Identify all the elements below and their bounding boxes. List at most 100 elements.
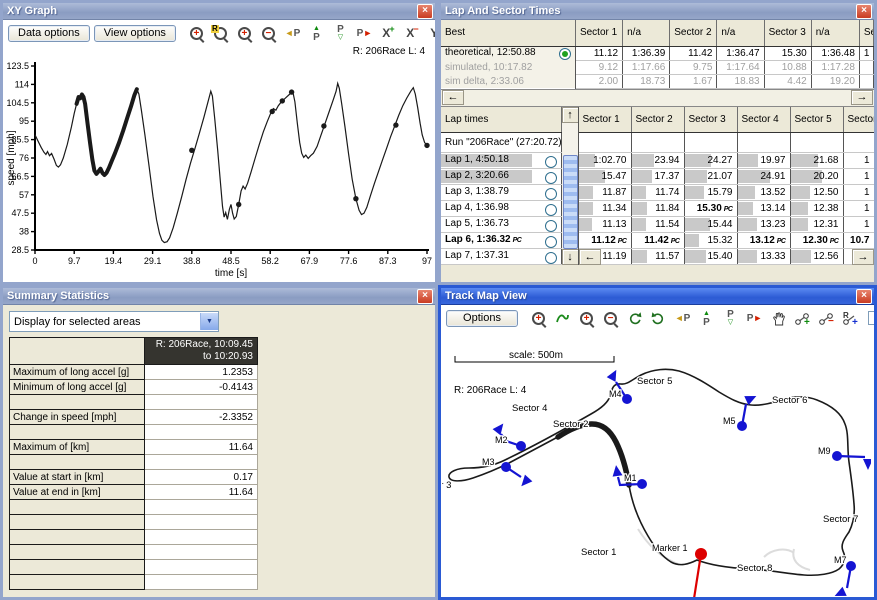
rotate-ccw-icon[interactable] [648, 308, 669, 328]
marker-label: M5 [723, 416, 736, 426]
data-options-button[interactable]: Data options [8, 25, 90, 42]
scroll-right-icon[interactable] [852, 249, 874, 265]
display-mode-dropdown[interactable]: Display for selected areas [9, 311, 219, 332]
track-edit-icon[interactable] [552, 308, 573, 328]
sector-time-cell: 21.07 [684, 169, 737, 185]
best-time-cell: 9.12 [575, 60, 622, 74]
lap-row[interactable]: Lap 5, 1:36.7311.1311.5415.4413.2312.311 [441, 217, 874, 233]
overlay-box-icon[interactable] [864, 308, 874, 328]
close-icon[interactable] [417, 289, 433, 304]
scroll-right-icon[interactable] [851, 90, 873, 105]
best-time-cell: 10.88 [764, 60, 811, 74]
zoom-last-icon[interactable]: R [210, 23, 231, 43]
stat-label [10, 395, 145, 410]
close-icon[interactable] [856, 4, 872, 19]
summary-titlebar[interactable]: Summary Statistics [3, 288, 435, 305]
options-button[interactable]: Options [446, 310, 518, 327]
best-time-cell: 1:36.48 [811, 46, 859, 60]
zoom-in-icon[interactable]: + [576, 308, 597, 328]
lap-row[interactable]: Lap 3, 1:38.7911.8711.7415.7913.5212.501 [441, 185, 874, 201]
lap-row[interactable]: Lap 2, 3:20.6615.4717.3721.0724.9120.201 [441, 169, 874, 185]
scroll-down-icon[interactable] [562, 249, 579, 265]
lap-table-vscrollbar[interactable] [562, 107, 579, 265]
next-marker-icon[interactable]: P► [744, 308, 765, 328]
zoom-area-icon[interactable]: + [186, 23, 207, 43]
zoom-in-icon[interactable]: + [234, 23, 255, 43]
zoom-out-icon[interactable]: − [258, 23, 279, 43]
best-table-row[interactable]: simulated, 10:17.829.121:17.669.751:17.6… [441, 60, 874, 74]
marker-add-icon[interactable]: R+ [840, 308, 861, 328]
best-table-row[interactable]: theoretical, 12:50.8811.121:36.3911.421:… [441, 46, 874, 60]
next-marker-icon[interactable]: P► [354, 23, 375, 43]
node-remove-icon[interactable]: − [816, 308, 837, 328]
scale-label-svg: scale: 500m [509, 350, 563, 361]
sector-time-cell: 23.94 [631, 153, 684, 169]
sector-time-cell: 11.13 [578, 217, 631, 233]
svg-text:48.5: 48.5 [222, 256, 240, 266]
close-icon[interactable] [856, 289, 872, 304]
marker-bottom-icon[interactable]: P▽ [330, 23, 351, 43]
y-plus-icon[interactable]: Y+ [426, 23, 435, 43]
sector-time-cell: 13.23 [737, 217, 790, 233]
vscroll-thumb[interactable] [563, 155, 578, 249]
lap-radio[interactable] [545, 236, 557, 248]
scroll-up-icon[interactable] [562, 107, 579, 123]
rotate-cw-icon[interactable] [624, 308, 645, 328]
marker-label: M1 [624, 473, 637, 483]
pan-hand-icon[interactable] [768, 308, 789, 328]
lap-radio[interactable] [545, 220, 557, 232]
sector-time-cell: 20.20 [790, 169, 843, 185]
statistics-table: R: 206Race, 10:09.45to 10:20.93Maximum o… [9, 337, 258, 590]
stat-label: Value at start in [km] [10, 470, 145, 485]
x-plus-icon[interactable]: X+ [378, 23, 399, 43]
lap-radio[interactable] [545, 204, 557, 216]
speed-time-chart[interactable]: 28.53847.55766.57685.595104.5114123.509.… [5, 58, 437, 285]
scroll-left-icon[interactable] [579, 249, 601, 265]
sector-time-cell: 11.42PC [631, 233, 684, 249]
marker-bottom-icon[interactable]: P▽ [720, 308, 741, 328]
lap-radio[interactable] [545, 156, 557, 168]
lap-radio[interactable] [545, 252, 557, 264]
marker-top-icon[interactable]: ▲P [306, 23, 327, 43]
track-map-titlebar[interactable]: Track Map View [441, 288, 874, 305]
map-marker-m1: M1 [611, 464, 647, 489]
best-time-cell: 4.42 [764, 74, 811, 88]
x-minus-icon[interactable]: X− [402, 23, 423, 43]
best-time-cell: 1:36.47 [717, 46, 764, 60]
track-map-canvas[interactable]: R: 206Race L: 4Sector 1Sector 2Sector 3S… [442, 367, 871, 600]
lap-times-titlebar[interactable]: Lap And Sector Times [441, 3, 874, 20]
node-add-icon[interactable]: + [792, 308, 813, 328]
zoom-out-icon[interactable]: − [600, 308, 621, 328]
best-time-cell: 19.20 [811, 74, 859, 88]
column-header: n/a [623, 20, 670, 46]
sector-time-cell: 12.30PC [790, 233, 843, 249]
run-row[interactable]: Run "206Race" (27:20.72) [441, 133, 874, 153]
xy-graph-titlebar[interactable]: XY Graph [3, 3, 435, 20]
prev-marker-icon[interactable]: ◄P [672, 308, 693, 328]
column-header: Sector 3 [684, 107, 737, 133]
marker-top-icon[interactable]: ▲P [696, 308, 717, 328]
view-options-button[interactable]: View options [94, 25, 176, 42]
run-label: Run "206Race" (27:20.72) [441, 133, 561, 153]
stats-row [10, 560, 258, 575]
close-icon[interactable] [417, 4, 433, 19]
lap-row[interactable]: Lap 4, 1:36.9811.3411.8415.30PC13.1412.3… [441, 201, 874, 217]
scroll-left-icon[interactable] [442, 90, 464, 105]
best-table-hscrollbar[interactable] [441, 89, 874, 107]
lap-radio[interactable] [545, 188, 557, 200]
lap-radio[interactable] [545, 172, 557, 184]
stats-row [10, 395, 258, 410]
stat-label: Maximum of long accel [g] [10, 365, 145, 380]
prev-marker-icon[interactable]: ◄P [282, 23, 303, 43]
lap-row[interactable]: Lap 6, 1:36.32PC11.12PC11.42PC15.3213.12… [441, 233, 874, 249]
best-row-radio[interactable] [559, 48, 571, 60]
best-table-row[interactable]: sim delta, 2:33.062.0018.731.6718.834.42… [441, 74, 874, 88]
stats-row: Maximum of [km]11.64 [10, 440, 258, 455]
sector-time-cell: 13.52 [737, 185, 790, 201]
chevron-down-icon[interactable] [200, 313, 218, 330]
zoom-area-icon[interactable]: + [528, 308, 549, 328]
svg-text:−: − [828, 316, 834, 326]
lap-row[interactable]: Lap 7, 1:37.3111.1911.5715.4013.3312.56 [441, 249, 874, 265]
svg-text:97: 97 [422, 256, 432, 266]
lap-row[interactable]: Lap 1, 4:50.181:02.7023.9424.2719.9721.6… [441, 153, 874, 169]
